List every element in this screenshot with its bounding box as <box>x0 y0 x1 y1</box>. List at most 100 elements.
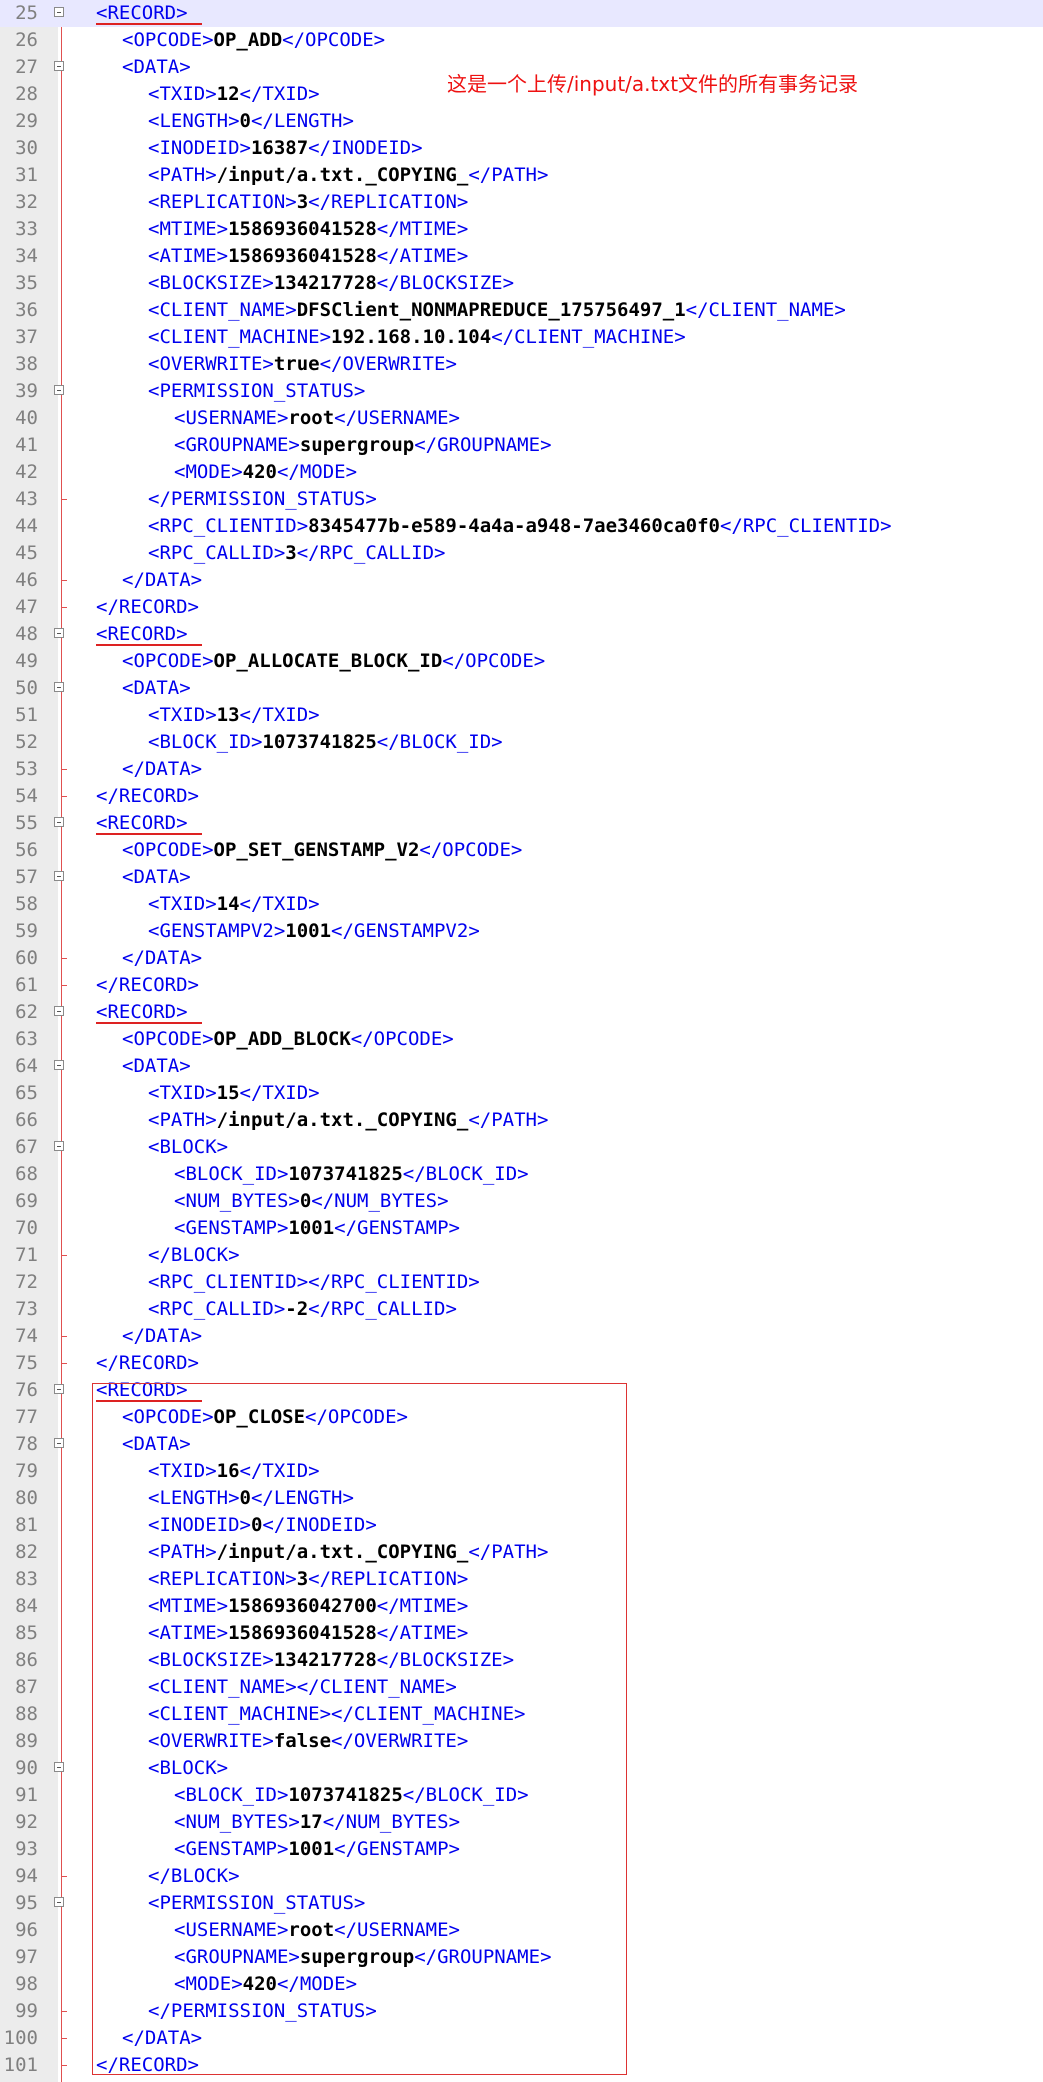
code-line[interactable]: 34 <ATIME>1586936041528</ATIME> <box>0 243 1043 270</box>
code-line[interactable]: 97 <GROUPNAME>supergroup</GROUPNAME> <box>0 1944 1043 1971</box>
xml-value: 420 <box>242 461 277 483</box>
xml-editor[interactable]: 25 <RECORD> 26 <OPCODE>OP_ADD</OPCODE> 27 <DA… <box>0 0 1043 2082</box>
code-line[interactable]: 47 </RECORD> <box>0 594 1043 621</box>
code-line[interactable]: 51 <TXID>13</TXID> <box>0 702 1043 729</box>
code-line[interactable]: 89 <OVERWRITE>false</OVERWRITE> <box>0 1728 1043 1755</box>
code-line[interactable]: 46 </DATA> <box>0 567 1043 594</box>
code-line[interactable]: 88 <CLIENT_MACHINE></CLIENT_MACHINE> <box>0 1701 1043 1728</box>
code-line[interactable]: 33 <MTIME>1586936041528</MTIME> <box>0 216 1043 243</box>
xml-close-tag: </BLOCK_ID> <box>402 1163 529 1185</box>
fold-toggle-icon[interactable] <box>54 7 64 17</box>
code-line[interactable]: 87 <CLIENT_NAME></CLIENT_NAME> <box>0 1674 1043 1701</box>
code-line[interactable]: 72 <RPC_CLIENTID></RPC_CLIENTID> <box>0 1269 1043 1296</box>
code-line[interactable]: 95 <PERMISSION_STATUS> <box>0 1890 1043 1917</box>
code-line[interactable]: 41 <GROUPNAME>supergroup</GROUPNAME> <box>0 432 1043 459</box>
code-line[interactable]: 31 <PATH>/input/a.txt._COPYING_</PATH> <box>0 162 1043 189</box>
code-line[interactable]: 81 <INODEID>0</INODEID> <box>0 1512 1043 1539</box>
code-line[interactable]: 75 </RECORD> <box>0 1350 1043 1377</box>
fold-toggle-icon[interactable] <box>54 682 64 692</box>
xml-value: OP_CLOSE <box>213 1406 306 1428</box>
code-line[interactable]: 78 <DATA> <box>0 1431 1043 1458</box>
code-line[interactable]: 38 <OVERWRITE>true</OVERWRITE> <box>0 351 1043 378</box>
code-line[interactable]: 35 <BLOCKSIZE>134217728</BLOCKSIZE> <box>0 270 1043 297</box>
code-line[interactable]: 26 <OPCODE>OP_ADD</OPCODE> <box>0 27 1043 54</box>
code-line[interactable]: 55 <RECORD> <box>0 810 1043 837</box>
code-line[interactable]: 74 </DATA> <box>0 1323 1043 1350</box>
fold-toggle-icon[interactable] <box>54 61 64 71</box>
code-line[interactable]: 82 <PATH>/input/a.txt._COPYING_</PATH> <box>0 1539 1043 1566</box>
code-line[interactable]: 64 <DATA> <box>0 1053 1043 1080</box>
code-line[interactable]: 48 <RECORD> <box>0 621 1043 648</box>
code-line[interactable]: 85 <ATIME>1586936041528</ATIME> <box>0 1620 1043 1647</box>
fold-toggle-icon[interactable] <box>54 1762 64 1772</box>
code-line[interactable]: 56 <OPCODE>OP_SET_GENSTAMP_V2</OPCODE> <box>0 837 1043 864</box>
code-line[interactable]: 99 </PERMISSION_STATUS> <box>0 1998 1043 2025</box>
code-line[interactable]: 66 <PATH>/input/a.txt._COPYING_</PATH> <box>0 1107 1043 1134</box>
fold-toggle-icon[interactable] <box>54 1384 64 1394</box>
code-line[interactable]: 76 <RECORD> <box>0 1377 1043 1404</box>
fold-toggle-icon[interactable] <box>54 1141 64 1151</box>
code-line[interactable]: 65 <TXID>15</TXID> <box>0 1080 1043 1107</box>
code-line[interactable]: 80 <LENGTH>0</LENGTH> <box>0 1485 1043 1512</box>
code-line[interactable]: 58 <TXID>14</TXID> <box>0 891 1043 918</box>
code-line[interactable]: 61 </RECORD> <box>0 972 1043 999</box>
fold-toggle-icon[interactable] <box>54 817 64 827</box>
fold-toggle-icon[interactable] <box>54 628 64 638</box>
line-number: 90 <box>15 1757 38 1779</box>
code-line[interactable]: 52 <BLOCK_ID>1073741825</BLOCK_ID> <box>0 729 1043 756</box>
code-line[interactable]: 71 </BLOCK> <box>0 1242 1043 1269</box>
code-line[interactable]: 42 <MODE>420</MODE> <box>0 459 1043 486</box>
code-line[interactable]: 93 <GENSTAMP>1001</GENSTAMP> <box>0 1836 1043 1863</box>
code-line[interactable]: 96 <USERNAME>root</USERNAME> <box>0 1917 1043 1944</box>
xml-open-tag: <INODEID> <box>148 137 251 159</box>
code-line[interactable]: 63 <OPCODE>OP_ADD_BLOCK</OPCODE> <box>0 1026 1043 1053</box>
code-line[interactable]: 59 <GENSTAMPV2>1001</GENSTAMPV2> <box>0 918 1043 945</box>
code-line[interactable]: 77 <OPCODE>OP_CLOSE</OPCODE> <box>0 1404 1043 1431</box>
fold-toggle-icon[interactable] <box>54 1060 64 1070</box>
code-line[interactable]: 70 <GENSTAMP>1001</GENSTAMP> <box>0 1215 1043 1242</box>
code-line[interactable]: 43 </PERMISSION_STATUS> <box>0 486 1043 513</box>
code-line[interactable]: 86 <BLOCKSIZE>134217728</BLOCKSIZE> <box>0 1647 1043 1674</box>
code-line[interactable]: 37 <CLIENT_MACHINE>192.168.10.104</CLIENT… <box>0 324 1043 351</box>
code-line[interactable]: 90 <BLOCK> <box>0 1755 1043 1782</box>
fold-toggle-icon[interactable] <box>54 385 64 395</box>
code-line[interactable]: 60 </DATA> <box>0 945 1043 972</box>
code-line[interactable]: 68 <BLOCK_ID>1073741825</BLOCK_ID> <box>0 1161 1043 1188</box>
code-line[interactable]: 29 <LENGTH>0</LENGTH> <box>0 108 1043 135</box>
fold-toggle-icon[interactable] <box>54 1438 64 1448</box>
code-line[interactable]: 69 <NUM_BYTES>0</NUM_BYTES> <box>0 1188 1043 1215</box>
code-line[interactable]: 49 <OPCODE>OP_ALLOCATE_BLOCK_ID</OPCODE> <box>0 648 1043 675</box>
fold-toggle-icon[interactable] <box>54 871 64 881</box>
code-line[interactable]: 36 <CLIENT_NAME>DFSClient_NONMAPREDUCE_17… <box>0 297 1043 324</box>
code-line[interactable]: 84 <MTIME>1586936042700</MTIME> <box>0 1593 1043 1620</box>
xml-close-tag: </TXID> <box>239 1460 320 1482</box>
code-line[interactable]: 62 <RECORD> <box>0 999 1043 1026</box>
code-line[interactable]: 94 </BLOCK> <box>0 1863 1043 1890</box>
code-line[interactable]: 40 <USERNAME>root</USERNAME> <box>0 405 1043 432</box>
code-line[interactable]: 32 <REPLICATION>3</REPLICATION> <box>0 189 1043 216</box>
code-line[interactable]: 83 <REPLICATION>3</REPLICATION> <box>0 1566 1043 1593</box>
fold-toggle-icon[interactable] <box>54 1006 64 1016</box>
code-line[interactable]: 73 <RPC_CALLID>-2</RPC_CALLID> <box>0 1296 1043 1323</box>
fold-toggle-icon[interactable] <box>54 1897 64 1907</box>
code-line[interactable]: 44 <RPC_CLIENTID>8345477b-e589-4a4a-a948-… <box>0 513 1043 540</box>
code-line[interactable]: 98 <MODE>420</MODE> <box>0 1971 1043 1998</box>
code-line[interactable]: 30 <INODEID>16387</INODEID> <box>0 135 1043 162</box>
code-line[interactable]: 53 </DATA> <box>0 756 1043 783</box>
code-area[interactable]: 25 <RECORD> 26 <OPCODE>OP_ADD</OPCODE> 27 <DA… <box>0 0 1043 2082</box>
code-line[interactable]: 91 <BLOCK_ID>1073741825</BLOCK_ID> <box>0 1782 1043 1809</box>
code-line[interactable]: 79 <TXID>16</TXID> <box>0 1458 1043 1485</box>
code-line[interactable]: 54 </RECORD> <box>0 783 1043 810</box>
code-line[interactable]: 57 <DATA> <box>0 864 1043 891</box>
code-line[interactable]: 39 <PERMISSION_STATUS> <box>0 378 1043 405</box>
code-line[interactable]: 92 <NUM_BYTES>17</NUM_BYTES> <box>0 1809 1043 1836</box>
code-line[interactable]: 101 </RECORD> <box>0 2052 1043 2079</box>
code-line[interactable]: 67 <BLOCK> <box>0 1134 1043 1161</box>
line-number: 27 <box>15 56 38 78</box>
code-line[interactable]: 25 <RECORD> <box>0 0 1043 27</box>
xml-open-tag: <CLIENT_MACHINE> <box>148 1703 332 1725</box>
code-line[interactable]: 50 <DATA> <box>0 675 1043 702</box>
code-line[interactable]: 45 <RPC_CALLID>3</RPC_CALLID> <box>0 540 1043 567</box>
xml-close-tag: </ATIME> <box>376 1622 469 1644</box>
code-line[interactable]: 100 </DATA> <box>0 2025 1043 2052</box>
